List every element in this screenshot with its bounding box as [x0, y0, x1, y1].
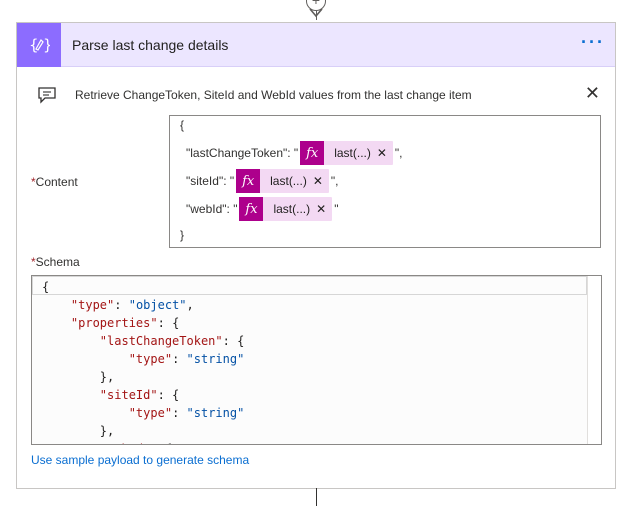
- remove-token-icon[interactable]: ✕: [377, 146, 393, 160]
- code-line: "type": "string": [128, 406, 245, 420]
- close-brace-text: }: [180, 228, 185, 242]
- comment-icon: [38, 87, 56, 104]
- use-sample-payload-link[interactable]: Use sample payload to generate schema: [31, 453, 249, 467]
- content-line-siteid: "siteId": " fx last(...) ✕ ",: [186, 169, 338, 193]
- token-label[interactable]: last(...): [324, 146, 377, 160]
- code-string: "string": [186, 352, 245, 366]
- remove-token-icon[interactable]: ✕: [313, 174, 329, 188]
- token-label[interactable]: last(...): [260, 174, 313, 188]
- code-line: "lastChangeToken": {: [99, 334, 245, 348]
- content-close-brace: }: [180, 223, 184, 247]
- flow-connector-bottom: [316, 488, 317, 506]
- parse-json-action-card: { } Parse last change details ··· Retrie…: [16, 22, 616, 489]
- expression-token[interactable]: fx last(...) ✕: [236, 169, 329, 193]
- code-line: "siteId": {: [99, 388, 180, 402]
- close-comment-icon[interactable]: ✕: [585, 84, 600, 102]
- content-label: *Content: [31, 175, 78, 189]
- content-line-suffix: ",: [394, 146, 403, 160]
- code-line: "type": "string": [128, 352, 245, 366]
- action-header[interactable]: { } Parse last change details ···: [17, 22, 615, 67]
- content-open-brace: {: [180, 113, 184, 137]
- function-fx-icon: fx: [300, 141, 325, 165]
- schema-editor[interactable]: { "type": "object", "properties": { "las…: [31, 275, 602, 445]
- expression-token[interactable]: fx last(...) ✕: [300, 141, 393, 165]
- content-line-prefix: "siteId": ": [186, 174, 235, 188]
- content-line-prefix: "webId": ": [186, 202, 238, 216]
- function-fx-icon: fx: [239, 197, 264, 221]
- expression-token[interactable]: fx last(...) ✕: [239, 197, 333, 221]
- code-key: "type": [70, 298, 115, 312]
- code-key: "type": [128, 352, 173, 366]
- code-string: "string": [186, 406, 245, 420]
- code-key: "webId": [100, 442, 151, 444]
- code-line: "type": "object",: [70, 298, 194, 312]
- content-line-suffix: ": [334, 202, 339, 216]
- function-fx-icon: fx: [236, 169, 261, 193]
- code-key: "properties": [70, 316, 158, 330]
- schema-code[interactable]: { "type": "object", "properties": { "las…: [42, 278, 245, 444]
- comment-text[interactable]: Retrieve ChangeToken, SiteId and WebId v…: [75, 88, 472, 102]
- remove-token-icon[interactable]: ✕: [316, 202, 332, 216]
- code-string: "object": [128, 298, 187, 312]
- schema-label-text: Schema: [35, 255, 80, 269]
- code-line: "properties": {: [70, 316, 180, 330]
- code-line: {: [42, 280, 50, 294]
- more-options-icon[interactable]: ···: [581, 33, 605, 51]
- arrow-down-icon: [309, 8, 323, 18]
- code-key: "lastChangeToken": [99, 334, 223, 348]
- parse-json-icon: { }: [17, 22, 61, 67]
- open-brace-text: {: [180, 118, 185, 132]
- code-key: "siteId": [99, 388, 158, 402]
- content-line-webid: "webId": " fx last(...) ✕ ": [186, 197, 338, 221]
- svg-text:{: {: [29, 36, 39, 54]
- code-line: },: [42, 370, 115, 384]
- schema-label: *Schema: [31, 255, 80, 269]
- content-line-prefix: "lastChangeToken": ": [186, 146, 299, 160]
- content-field[interactable]: { "lastChangeToken": " fx last(...) ✕ ",…: [169, 115, 601, 248]
- content-line-lastchangetoken: "lastChangeToken": " fx last(...) ✕ ",: [186, 141, 403, 165]
- svg-text:}: }: [43, 36, 50, 54]
- action-title[interactable]: Parse last change details: [72, 37, 228, 53]
- content-label-text: Content: [35, 175, 78, 189]
- content-line-suffix: ",: [330, 174, 339, 188]
- comment-row: Retrieve ChangeToken, SiteId and WebId v…: [37, 83, 602, 107]
- code-line: },: [42, 424, 115, 438]
- code-key: "type": [128, 406, 173, 420]
- code-line: "webId": {: [42, 440, 244, 444]
- schema-scrollbar[interactable]: [587, 276, 601, 444]
- token-label[interactable]: last(...): [263, 202, 316, 216]
